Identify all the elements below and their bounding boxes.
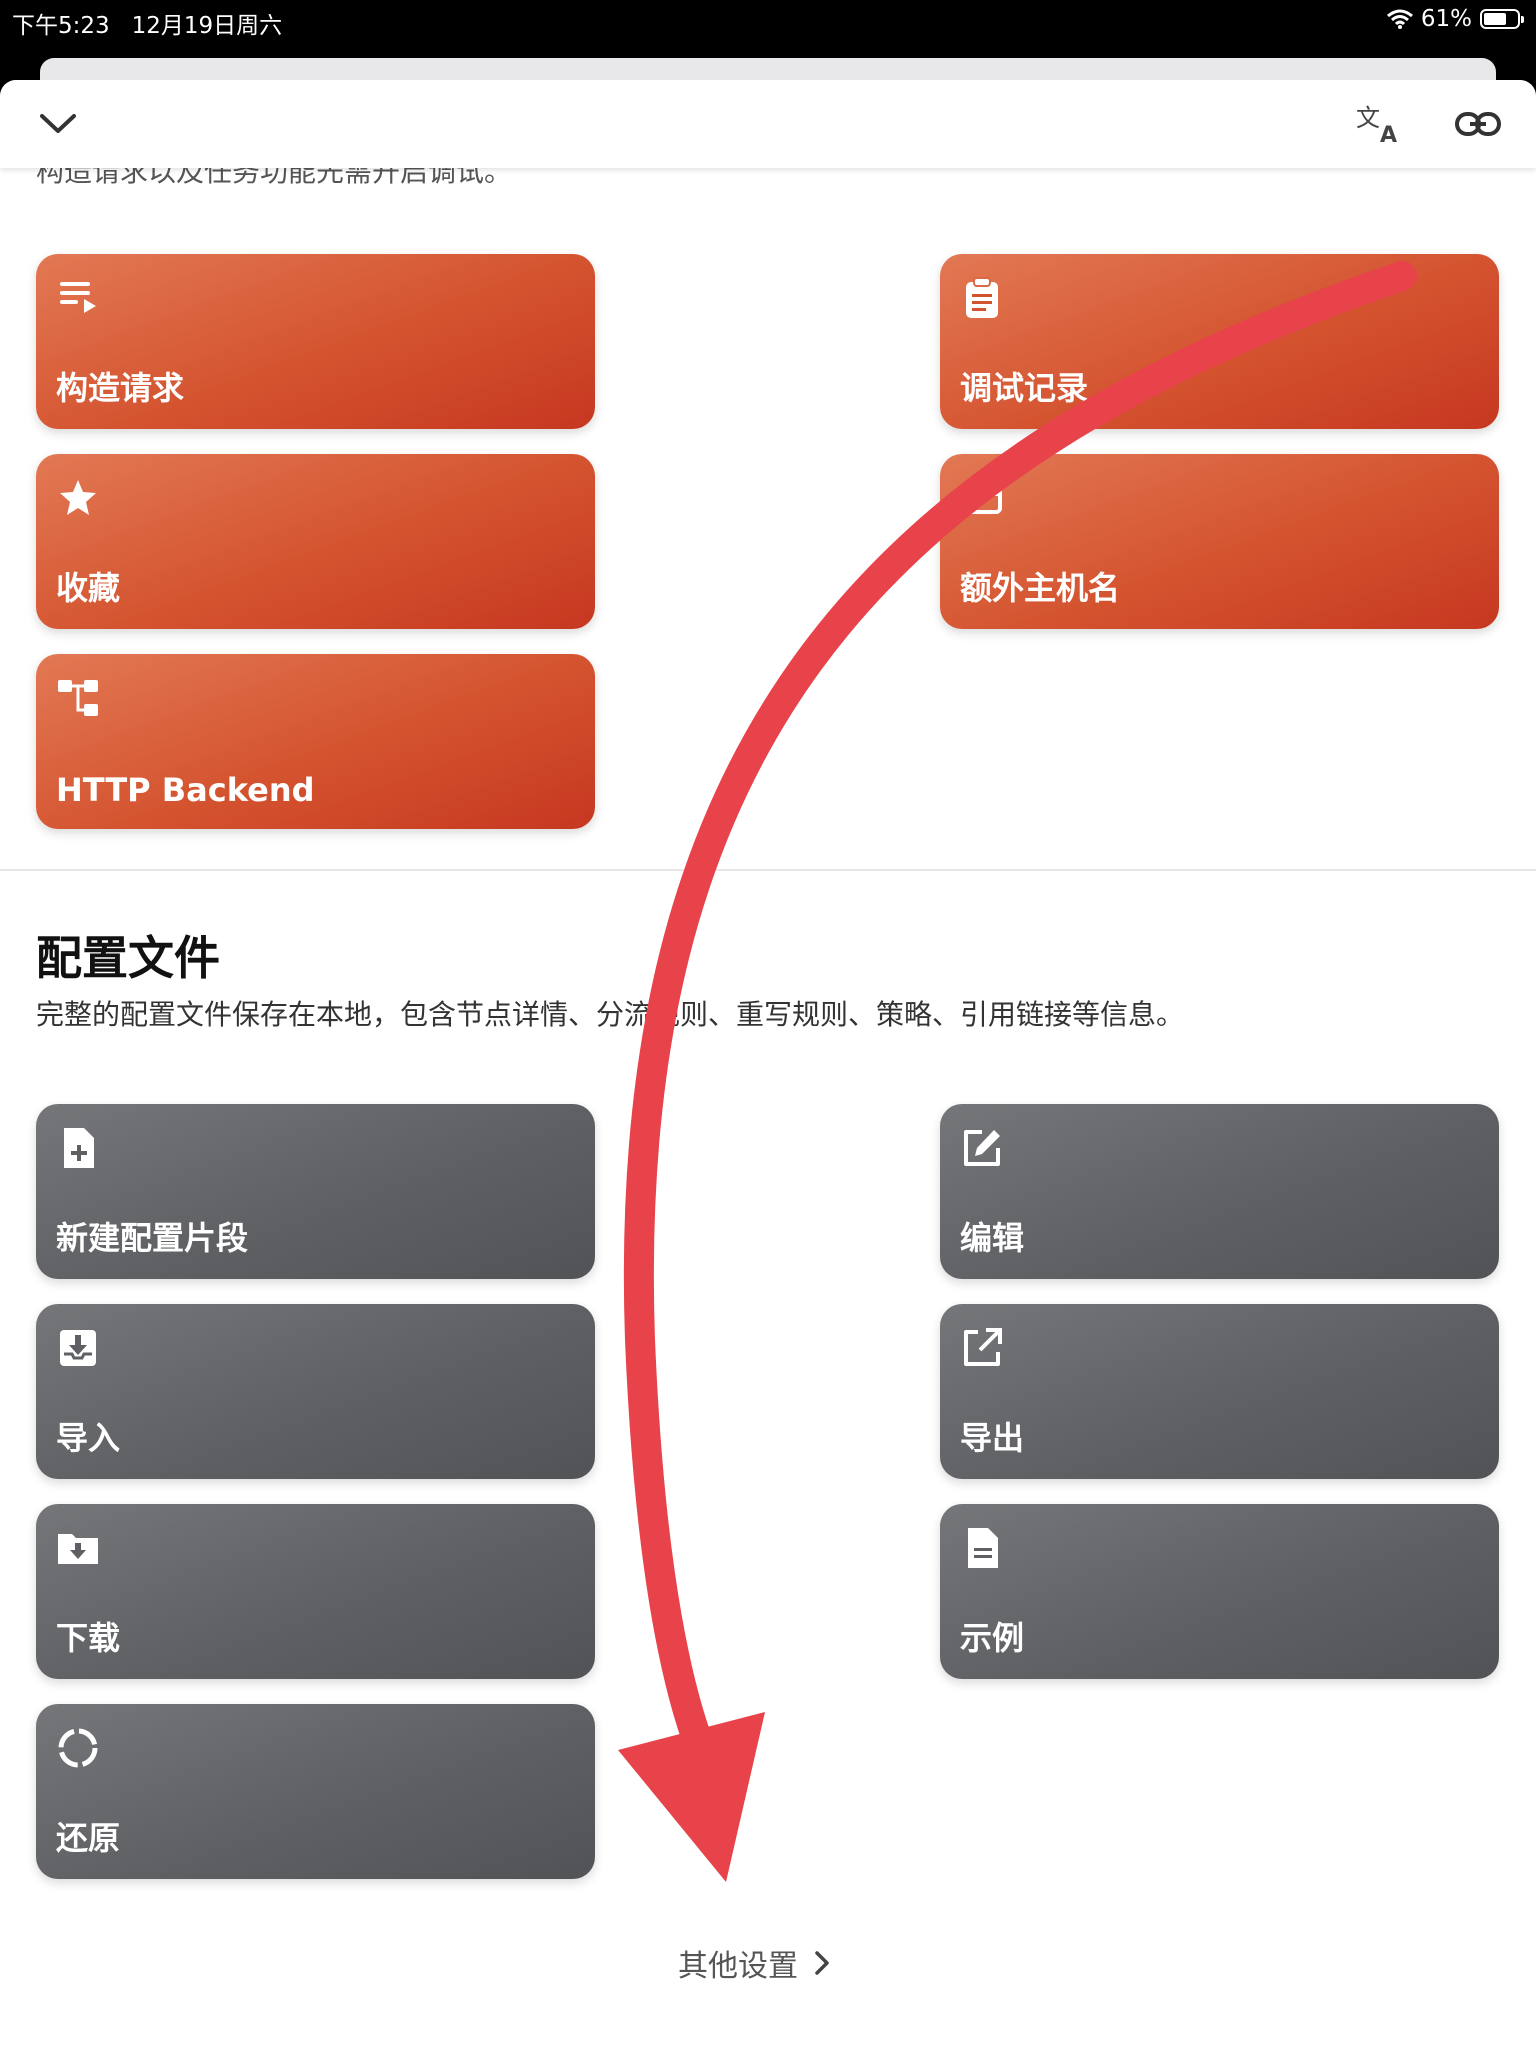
svg-text:文: 文 — [1356, 104, 1380, 132]
card-label: 收藏 — [56, 569, 121, 607]
config-section-title: 配置文件 — [36, 931, 220, 985]
status-bar: 下午5:23 12月19日周六 61% — [0, 0, 1536, 44]
extra-hostnames-button[interactable]: 额外主机名 — [940, 454, 1499, 629]
config-section-description: 完整的配置文件保存在本地，包含节点详情、分流规则、重写规则、策略、引用链接等信息… — [36, 998, 1185, 1031]
other-settings-link[interactable]: 其他设置 — [678, 1941, 830, 1985]
translate-icon[interactable]: 文 A — [1354, 100, 1402, 148]
new-config-snippet-button[interactable]: 新建配置片段 — [36, 1104, 595, 1279]
edit-button[interactable]: 编辑 — [940, 1104, 1499, 1279]
download-button[interactable]: 下载 — [36, 1504, 595, 1679]
sheet-navbar: 文 A — [0, 80, 1536, 168]
document-icon — [968, 1528, 998, 1568]
section-divider — [0, 869, 1536, 871]
status-right-group: 61% — [1386, 6, 1524, 32]
battery-icon — [1480, 9, 1524, 29]
tree-icon — [58, 680, 98, 716]
favorites-button[interactable]: 收藏 — [36, 454, 595, 629]
debug-log-button[interactable]: 调试记录 — [940, 254, 1499, 429]
card-label: 新建配置片段 — [56, 1219, 249, 1257]
import-icon — [60, 1330, 96, 1366]
link-icon[interactable] — [1454, 100, 1502, 148]
wifi-icon — [1386, 9, 1413, 29]
restore-icon — [58, 1728, 98, 1768]
edit-icon — [964, 1130, 1000, 1166]
svg-text:A: A — [1380, 123, 1397, 146]
card-label: 导入 — [56, 1419, 121, 1457]
card-label: 调试记录 — [960, 369, 1089, 407]
card-label: 下载 — [56, 1619, 121, 1657]
other-settings-label: 其他设置 — [678, 1949, 798, 1984]
http-backend-button[interactable]: HTTP Backend — [36, 654, 595, 829]
export-icon — [964, 1328, 1002, 1366]
card-label: 还原 — [56, 1819, 121, 1857]
card-label: 编辑 — [960, 1219, 1025, 1257]
export-button[interactable]: 导出 — [940, 1304, 1499, 1479]
list-play-icon — [60, 282, 96, 313]
example-button[interactable]: 示例 — [940, 1504, 1499, 1679]
host-icon — [962, 482, 1002, 514]
card-label: 示例 — [960, 1619, 1025, 1657]
settings-sheet: 文 A 构造请求以及任务功能先需开启调试。 构造请求 调试记录 收藏 额外主机名… — [0, 80, 1536, 2048]
star-icon — [60, 480, 96, 515]
card-label: 导出 — [960, 1419, 1025, 1457]
battery-percent: 61% — [1420, 6, 1472, 32]
chevron-down-icon[interactable] — [34, 100, 82, 148]
file-plus-icon — [64, 1128, 94, 1168]
card-label: 额外主机名 — [960, 569, 1121, 607]
restore-button[interactable]: 还原 — [36, 1704, 595, 1879]
import-button[interactable]: 导入 — [36, 1304, 595, 1479]
card-label: HTTP Backend — [56, 771, 315, 809]
chevron-right-icon — [815, 1951, 829, 1975]
clipboard-icon — [966, 277, 998, 318]
status-time-date: 下午5:23 12月19日周六 — [12, 13, 283, 39]
card-label: 构造请求 — [56, 369, 185, 407]
construct-request-button[interactable]: 构造请求 — [36, 254, 595, 429]
folder-download-icon — [58, 1534, 98, 1564]
